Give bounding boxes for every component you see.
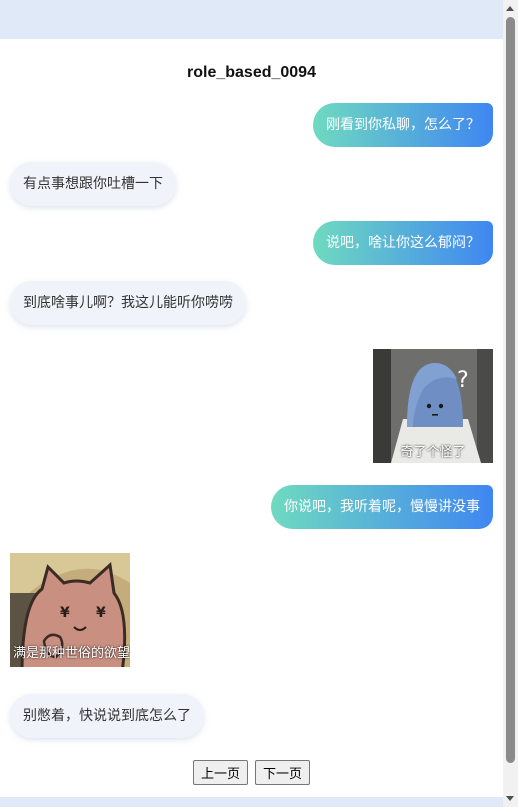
chat-title: role_based_0094 [187,64,316,81]
message-bubble-received: 到底啥事儿啊？我这儿能听你唠唠 [10,281,246,325]
scroll-down-icon[interactable] [506,796,514,801]
message-bubble-received: 别憋着，快说说到底怎么了 [10,694,204,738]
next-page-button[interactable]: 下一页 [255,760,311,785]
sticker-caption: 满是那种世俗的欲望 [13,646,130,661]
yen-eyes-cat-sticker: ¥ ¥ 满是那种世俗的欲望 [10,553,130,667]
prev-page-button[interactable]: 上一页 [192,760,248,785]
pagination: 上一页 下一页 [0,760,503,785]
message-bubble-received: 有点事想跟你吐槽一下 [10,162,176,206]
svg-text:?: ? [457,368,469,393]
message-bubble-sent: 刚看到你私聊，怎么了？ [313,103,493,147]
scroll-up-icon[interactable] [506,6,514,11]
blue-blob-question-sticker: ? 奇了个怪了 [373,349,493,463]
message-bubble-sent: 说吧，啥让你这么郁闷？ [313,221,493,265]
svg-text:¥: ¥ [96,605,106,621]
message-bubble-sent: 你说吧，我听着呢，慢慢讲没事 [271,485,493,529]
scroll-thumb[interactable] [506,17,515,763]
scrollbar[interactable] [503,0,518,807]
chat-panel: role_based_0094 刚看到你私聊，怎么了？ 有点事想跟你吐槽一下 说… [0,39,503,797]
sticker-caption: 奇了个怪了 [400,445,466,460]
svg-text:¥: ¥ [60,605,70,621]
